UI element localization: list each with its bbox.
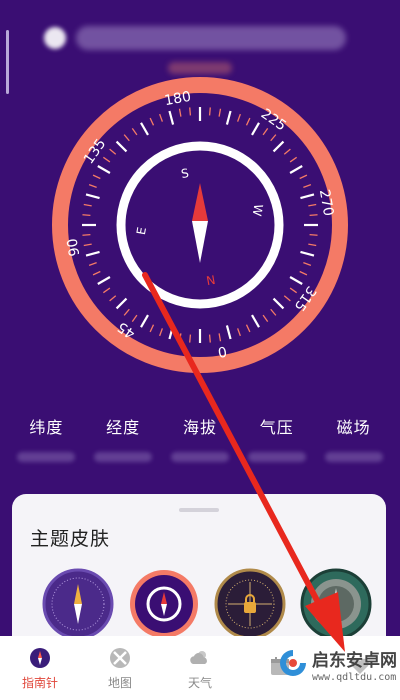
compass-app: 180 225 270 315 0 45 90 135 S E W N 纬度 经度 海拔 气压: [0, 0, 400, 700]
skin-option-coral-ring[interactable]: [128, 568, 200, 640]
sensor-stats: 纬度 经度 海拔 气压 磁场: [0, 400, 400, 470]
location-icon: [44, 27, 66, 49]
nav-item-weather[interactable]: 天气: [160, 636, 240, 700]
lock-icon: [244, 602, 256, 613]
stat-pressure: 气压: [243, 400, 311, 470]
skin-option-dark-gold[interactable]: [214, 568, 286, 640]
dial-tick: [309, 214, 318, 217]
skin-purple-preview: [42, 568, 114, 640]
theme-panel-title: 主题皮肤: [30, 528, 111, 550]
skin-green-preview: [300, 568, 372, 640]
dial-tick: [309, 233, 318, 236]
nav-label: 地图: [107, 675, 132, 690]
stat-label: 纬度: [29, 418, 64, 437]
dial-tick: [189, 107, 192, 116]
stat-value-blurred: [17, 452, 76, 462]
nav-label: 天气: [187, 675, 212, 690]
watermark-logo-icon: [280, 650, 306, 676]
stat-label: 磁场: [336, 418, 371, 437]
scroll-indicator: [6, 30, 9, 94]
stat-value-blurred: [324, 452, 383, 462]
skin-option-purple-classic[interactable]: [42, 568, 114, 640]
map-icon: [110, 647, 130, 668]
nav-item-compass[interactable]: 指南针: [0, 636, 80, 700]
site-watermark: 启东安卓网 www.qdltdu.com: [272, 640, 400, 700]
stat-longitude: 经度: [89, 400, 157, 470]
heading-readout-blurred: [168, 62, 232, 74]
skin-dark-gold-preview: [214, 568, 286, 640]
panel-drag-handle[interactable]: [179, 508, 219, 512]
watermark-url: www.qdltdu.com: [312, 672, 397, 683]
degree-label: 90: [65, 237, 84, 257]
stat-latitude: 纬度: [12, 400, 80, 470]
compass-icon: [30, 647, 50, 668]
nav-label: 指南针: [21, 675, 58, 690]
stat-value-blurred: [94, 452, 153, 462]
location-header: [44, 18, 346, 58]
skin-option-green-metal[interactable]: [300, 568, 372, 640]
dial-tick: [82, 214, 91, 217]
nav-item-map[interactable]: 地图: [80, 636, 160, 700]
compass-dial: 180 225 270 315 0 45 90 135 S E W N: [50, 75, 350, 375]
location-text-blurred: [76, 26, 346, 50]
dial-tick: [208, 107, 211, 116]
weather-icon: [190, 650, 207, 664]
stat-value-blurred: [247, 452, 306, 462]
stat-magnetic-field: 磁场: [320, 400, 388, 470]
dial-tick: [208, 334, 211, 343]
stat-label: 海拔: [182, 418, 217, 437]
dial-tick: [189, 334, 192, 343]
stat-label: 经度: [106, 418, 141, 437]
watermark-title: 启东安卓网: [312, 651, 397, 671]
dial-tick: [82, 233, 91, 236]
stat-label: 气压: [259, 418, 294, 437]
stat-value-blurred: [170, 452, 229, 462]
skin-coral-preview: [130, 570, 198, 638]
stat-altitude: 海拔: [166, 400, 234, 470]
